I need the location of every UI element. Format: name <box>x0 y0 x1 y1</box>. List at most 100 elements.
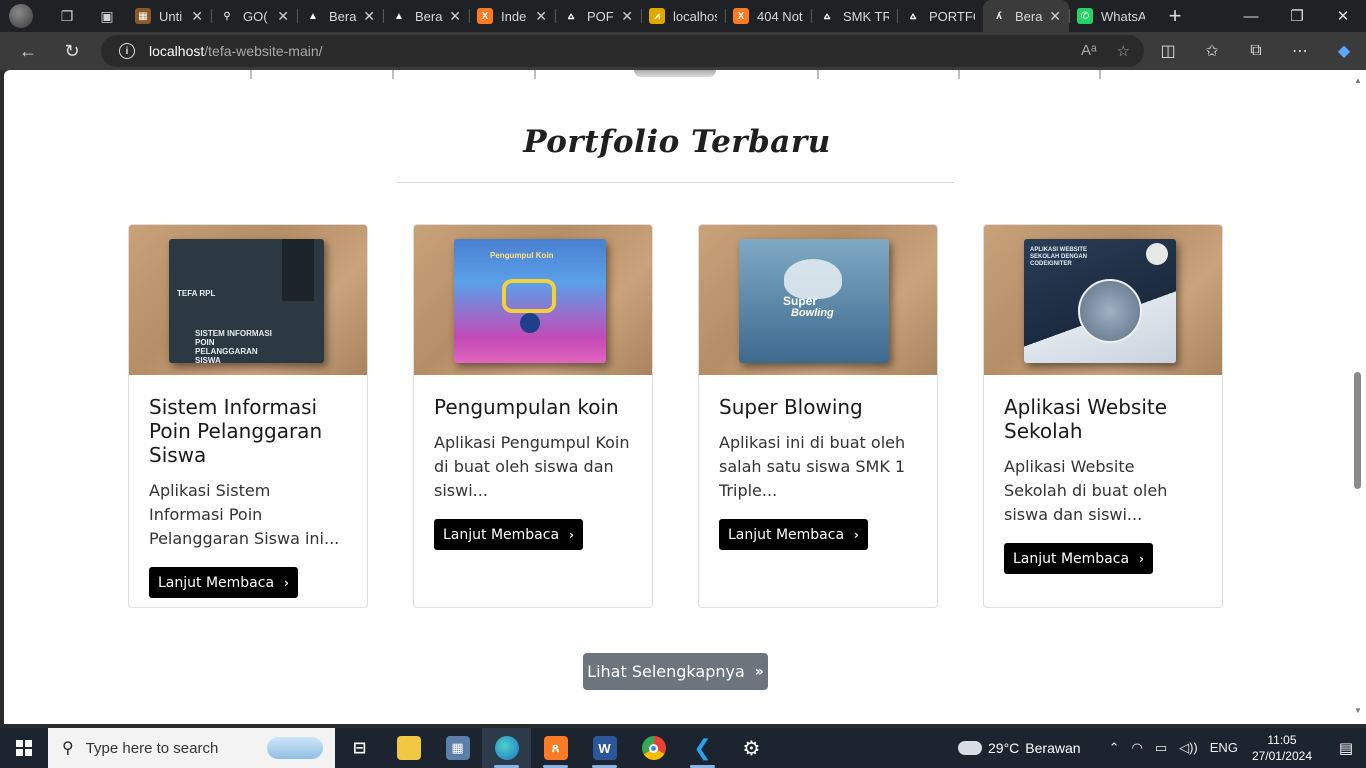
taskbar-search[interactable]: ⚲ Type here to search <box>48 728 335 768</box>
battery-icon[interactable]: ▭ <box>1155 740 1167 756</box>
weather-desc: Berawan <box>1025 740 1081 756</box>
notification-icon[interactable]: ▤ <box>1326 728 1366 768</box>
weather-widget[interactable]: 29°C Berawan <box>958 740 1081 756</box>
portfolio-image: Pengumpul Koin <box>414 225 652 375</box>
section-divider <box>397 182 954 183</box>
read-more-label: Lanjut Membaca <box>728 526 845 543</box>
browser-tab[interactable]: ʎ Bera ✕ <box>983 0 1069 32</box>
close-tab-icon[interactable]: ✕ <box>363 8 375 25</box>
read-more-button[interactable]: Lanjut Membaca › <box>719 519 868 550</box>
read-more-button[interactable]: Lanjut Membaca › <box>1004 543 1153 574</box>
tab-title: Unti <box>159 8 183 24</box>
volume-icon[interactable]: ◁)) <box>1179 740 1198 756</box>
tab-title: PORTFOI <box>929 8 975 24</box>
browser-tab[interactable]: X Inde ✕ <box>469 0 555 32</box>
url-path: /tefa-website-main/ <box>204 43 323 59</box>
tab-actions-icon[interactable]: ▣ <box>98 7 116 25</box>
site-info-icon[interactable]: i <box>119 43 135 59</box>
browser-tab[interactable]: ⩘ localhost <box>641 0 725 32</box>
card-excerpt: Aplikasi Website Sekolah di buat oleh si… <box>1004 457 1168 524</box>
back-icon[interactable]: ← <box>16 39 40 63</box>
wifi-icon[interactable]: ◠ <box>1131 740 1142 756</box>
xampp-button[interactable]: ጸ <box>531 728 580 768</box>
cover-text: SISTEM INFORMASI <box>195 329 272 338</box>
see-more-label: Lihat Selengkapnya <box>587 662 745 681</box>
weather-temp: 29°C <box>988 740 1020 756</box>
folder-icon <box>396 736 421 760</box>
read-more-button[interactable]: Lanjut Membaca › <box>149 567 298 598</box>
cover-text: TEFA RPL <box>177 289 216 298</box>
scroll-up-icon[interactable]: ▲ <box>1353 76 1363 86</box>
portfolio-card: TEFA RPL SISTEM INFORMASI POIN PELANGGAR… <box>128 224 368 608</box>
cover-text: SEKOLAH DENGAN <box>1030 254 1088 260</box>
task-view-button[interactable]: ⊟ <box>335 728 384 768</box>
edge-button[interactable] <box>482 728 531 768</box>
close-window-icon[interactable]: ✕ <box>1320 0 1366 32</box>
file-explorer-button[interactable] <box>384 728 433 768</box>
close-tab-icon[interactable]: ✕ <box>535 8 547 25</box>
clock[interactable]: 11:05 27/01/2024 <box>1252 732 1312 764</box>
close-tab-icon[interactable]: ✕ <box>191 8 203 25</box>
url-text[interactable]: localhost/tefa-website-main/ <box>149 43 323 59</box>
scrollbar-thumb[interactable] <box>1354 372 1361 489</box>
tab-favicon-icon: ⩟ <box>905 8 921 24</box>
search-icon: ⚲ <box>62 740 74 757</box>
tab-favicon-icon: ▦ <box>135 8 151 24</box>
read-more-label: Lanjut Membaca <box>443 526 560 543</box>
scroll-down-icon[interactable]: ▼ <box>1353 706 1363 716</box>
previous-section-edge <box>4 70 1350 80</box>
profile-avatar[interactable] <box>9 4 33 28</box>
xampp-icon: ጸ <box>543 736 568 760</box>
minimize-icon[interactable]: — <box>1228 0 1274 32</box>
refresh-icon[interactable]: ↻ <box>60 39 84 63</box>
portfolio-card: APLIKASI WEBSITE SEKOLAH DENGAN CODEIGNI… <box>983 224 1223 608</box>
split-screen-icon[interactable]: ◫ <box>1146 41 1190 61</box>
browser-tab[interactable]: ⩟ POF ✕ <box>555 0 641 32</box>
browser-tab[interactable]: ▲ Bera ✕ <box>297 0 383 32</box>
calculator-button[interactable]: ▦ <box>433 728 482 768</box>
favorite-star-icon[interactable]: ☆ <box>1117 42 1130 60</box>
settings-button[interactable]: ⚙ <box>727 728 776 768</box>
restore-icon[interactable]: ❐ <box>1274 0 1320 32</box>
read-more-button[interactable]: Lanjut Membaca › <box>434 519 583 550</box>
vscode-button[interactable]: ❮ <box>678 728 727 768</box>
read-aloud-icon[interactable]: Aᵃ <box>1081 42 1097 60</box>
edge-icon <box>494 736 519 760</box>
page-scrollbar[interactable]: ▲ ▼ <box>1350 70 1366 724</box>
browser-tab[interactable]: ⚲ GO(✕ <box>211 0 297 32</box>
browser-tab[interactable]: ▲ Bera ✕ <box>383 0 469 32</box>
close-tab-icon[interactable]: ✕ <box>621 8 633 25</box>
browser-tab[interactable]: ⩟ PORTFOI <box>897 0 983 32</box>
chevron-up-icon[interactable]: ⌃ <box>1109 740 1120 756</box>
vscode-icon: ❮ <box>693 735 712 760</box>
card-title: Sistem Informasi Poin Pelanggaran Siswa <box>149 395 323 467</box>
clock-date: 27/01/2024 <box>1251 749 1312 763</box>
chrome-icon <box>641 736 666 760</box>
start-button[interactable] <box>0 728 48 768</box>
browser-tab[interactable]: ⩟ SMK TRI <box>811 0 897 32</box>
see-more-button[interactable]: Lihat Selengkapnya » <box>583 653 768 690</box>
cover-text: Pengumpul Koin <box>490 251 554 260</box>
browser-tab[interactable]: X 404 Not <box>725 0 811 32</box>
browser-tab[interactable]: ▦ Unti ✕ <box>127 0 211 32</box>
more-menu-icon[interactable]: ⋯ <box>1278 41 1322 61</box>
new-tab-button[interactable]: + <box>1163 3 1187 29</box>
tab-title: Inde <box>501 8 527 24</box>
close-tab-icon[interactable]: ✕ <box>1049 8 1061 25</box>
close-tab-icon[interactable]: ✕ <box>449 8 461 25</box>
cloud-icon <box>958 741 983 755</box>
favorites-icon[interactable]: ✩ <box>1190 41 1234 61</box>
tab-title: GO( <box>243 8 268 24</box>
copilot-icon[interactable]: ◆ <box>1322 41 1366 61</box>
language-indicator[interactable]: ENG <box>1210 740 1238 756</box>
close-tab-icon[interactable]: ✕ <box>277 8 289 25</box>
workspaces-icon[interactable]: ❐ <box>58 7 76 25</box>
cover-text: Bowling <box>791 307 834 319</box>
tab-title: SMK TRI <box>843 8 889 24</box>
chrome-button[interactable] <box>629 728 678 768</box>
browser-tab[interactable]: ✆ WhatsAp <box>1069 0 1153 32</box>
address-bar[interactable]: i localhost/tefa-website-main/ Aᵃ ☆ <box>101 35 1144 67</box>
collections-icon[interactable]: ⧉ <box>1234 42 1278 60</box>
word-button[interactable]: W <box>580 728 629 768</box>
clock-time: 11:05 <box>1267 733 1297 747</box>
